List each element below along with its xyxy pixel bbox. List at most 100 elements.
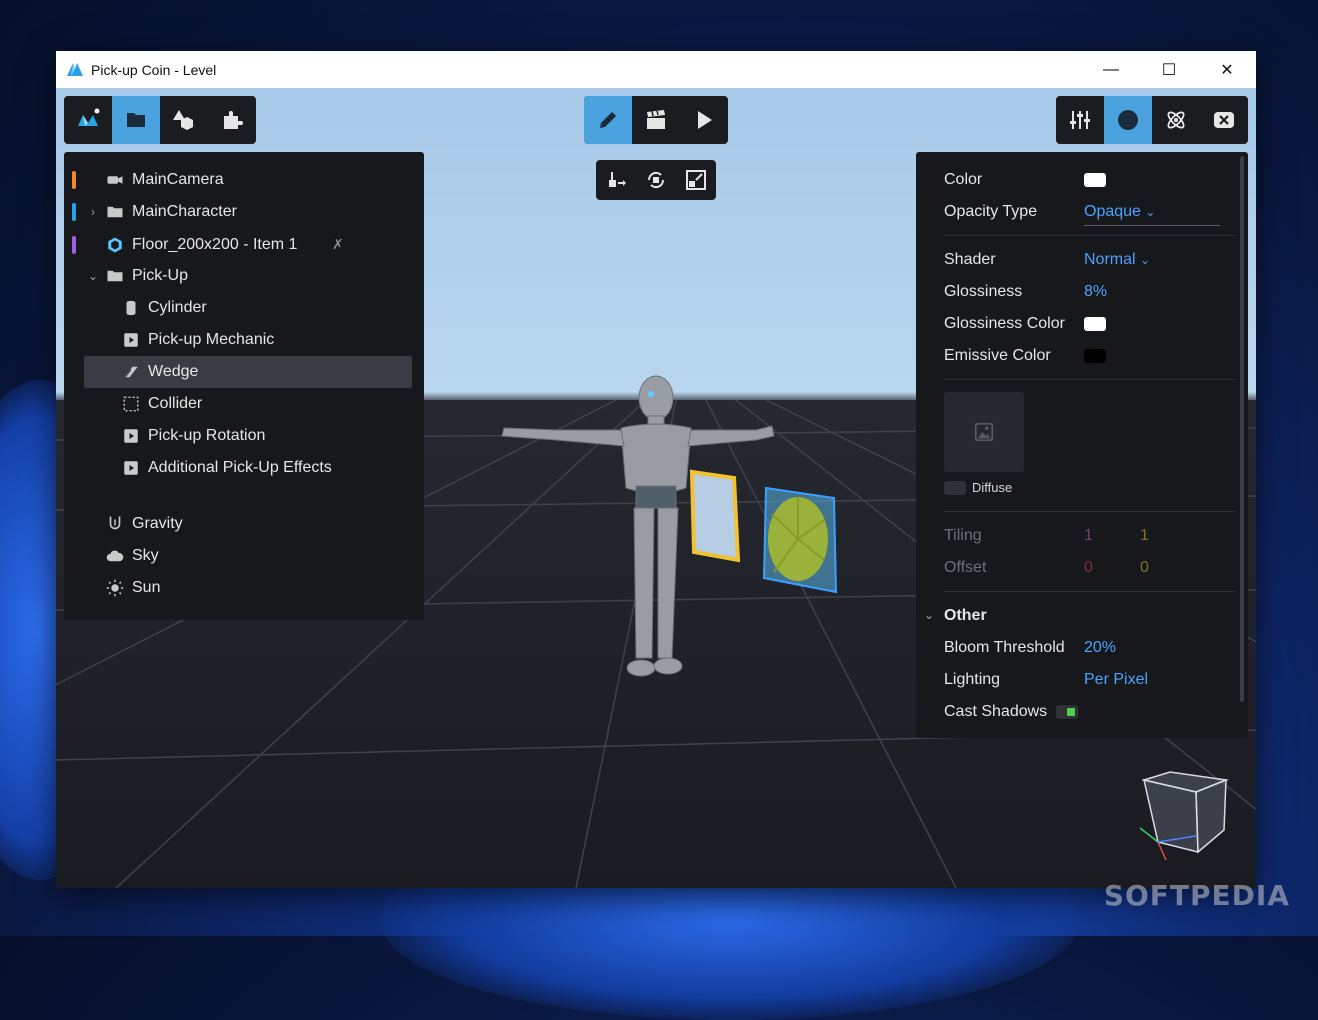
outliner-item-label: Pick-up Rotation xyxy=(148,427,266,444)
lighting-value[interactable]: Per Pixel xyxy=(1084,671,1148,689)
opacity-type-select[interactable]: Opaque ⌄ xyxy=(1084,203,1220,226)
scene-mode-button[interactable] xyxy=(632,96,680,144)
glossiness-label: Glossiness xyxy=(944,283,1023,300)
outliner-item-label: Sun xyxy=(132,579,161,596)
cast-shadows-label: Cast Shadows xyxy=(944,703,1048,720)
divider xyxy=(944,379,1236,380)
close-icon: ✕ xyxy=(1220,61,1234,79)
offset-x[interactable]: 0 xyxy=(1084,559,1093,577)
script-icon xyxy=(122,459,140,477)
outliner-item-label: Gravity xyxy=(132,515,183,532)
character-model[interactable] xyxy=(496,368,786,688)
move-tool-button[interactable] xyxy=(596,160,636,200)
emissive-color-label: Emissive Color xyxy=(944,347,1051,364)
chevron-down-icon[interactable]: ⌄ xyxy=(86,269,100,283)
move-icon xyxy=(609,172,626,187)
chevron-down-icon: ⌄ xyxy=(1145,205,1156,219)
diffuse-texture-slot[interactable] xyxy=(944,392,1024,472)
close-button[interactable]: ✕ xyxy=(1198,51,1256,88)
opacity-type-value: Opaque xyxy=(1084,203,1141,220)
watermark-logo: SOFTPEDIA xyxy=(1103,879,1290,912)
lighting-label: Lighting xyxy=(944,671,1001,688)
script-icon xyxy=(122,427,140,445)
outliner-item-additional-pick-up-effects[interactable]: Additional Pick-Up Effects xyxy=(64,452,424,484)
outliner-item-floor-200x200-item-1[interactable]: Floor_200x200 - Item 1 ✗ xyxy=(64,229,424,261)
outliner-item-maincharacter[interactable]: › MainCharacter xyxy=(64,196,424,228)
color-tag xyxy=(72,203,76,221)
minimize-button[interactable]: — xyxy=(1082,51,1140,88)
emissive-color-swatch[interactable] xyxy=(1084,349,1106,363)
other-section-header[interactable]: Other xyxy=(944,607,987,625)
outliner-item-cylinder[interactable]: Cylinder xyxy=(64,292,424,324)
atom-icon xyxy=(1167,111,1185,129)
tiling-y[interactable]: 1 xyxy=(1140,527,1149,545)
maximize-button[interactable]: ☐ xyxy=(1140,51,1198,88)
play-button[interactable] xyxy=(680,96,728,144)
outliner-item-label: Pick-Up xyxy=(132,267,189,284)
shader-select[interactable]: Normal ⌄ xyxy=(1084,251,1150,269)
edit-mode-button[interactable] xyxy=(584,96,632,144)
outliner-item-maincamera[interactable]: MainCamera xyxy=(64,164,424,196)
outliner-item-pick-up-rotation[interactable]: Pick-up Rotation xyxy=(64,420,424,452)
shader-label: Shader xyxy=(944,251,996,268)
settings-button[interactable] xyxy=(1056,96,1104,144)
cast-shadows-toggle[interactable] xyxy=(1056,705,1078,719)
outliner-item-sun[interactable]: Sun xyxy=(64,572,424,604)
divider xyxy=(944,591,1236,592)
image-placeholder-icon xyxy=(974,422,994,442)
chevron-down-icon[interactable]: ⌄ xyxy=(924,608,934,622)
logo-icon xyxy=(78,108,100,126)
script-icon xyxy=(122,331,140,349)
shader-value: Normal xyxy=(1084,251,1136,268)
scale-tool-button[interactable] xyxy=(676,160,716,200)
color-tag xyxy=(72,171,76,189)
outliner-item-pick-up[interactable]: ⌄ Pick-Up xyxy=(64,260,424,292)
opacity-type-label: Opacity Type xyxy=(944,203,1038,220)
scene-outliner: MainCamera › MainCharacter Floor_200x200 - … xyxy=(64,152,424,620)
script-button[interactable] xyxy=(1200,96,1248,144)
offset-label: Offset xyxy=(944,559,987,576)
divider xyxy=(944,511,1236,512)
outliner-item-label: Collider xyxy=(148,395,203,412)
glossiness-value[interactable]: 8% xyxy=(1084,283,1107,301)
outliner-item-wedge[interactable]: Wedge xyxy=(84,356,412,388)
rotate-tool-button[interactable] xyxy=(636,160,676,200)
outliner-item-collider[interactable]: Collider xyxy=(64,388,424,420)
scene-viewport[interactable]: MainCamera › MainCharacter Floor_200x200 - … xyxy=(56,88,1256,888)
tiling-x[interactable]: 1 xyxy=(1084,527,1093,545)
pickup-card[interactable] xyxy=(688,468,742,564)
folder-icon xyxy=(106,267,124,285)
wedge-icon xyxy=(122,363,140,381)
app-logo-icon xyxy=(67,62,83,76)
outliner-item-label: MainCamera xyxy=(132,171,224,188)
view-cube-gizmo[interactable] xyxy=(1136,770,1232,866)
folder-icon xyxy=(106,203,124,221)
inspector-toolbar xyxy=(1056,96,1248,144)
folder-icon xyxy=(127,113,145,127)
chevron-right-icon[interactable]: › xyxy=(86,205,100,219)
bloom-threshold-value[interactable]: 20% xyxy=(1084,639,1116,657)
plugins-button[interactable] xyxy=(208,96,256,144)
offset-y[interactable]: 0 xyxy=(1140,559,1149,577)
diffuse-toggle[interactable] xyxy=(944,481,966,495)
outliner-item-pick-up-mechanic[interactable]: Pick-up Mechanic xyxy=(64,324,424,356)
material-button[interactable] xyxy=(1104,96,1152,144)
properties-scrollbar[interactable] xyxy=(1240,156,1244,702)
outliner-item-gravity[interactable]: Gravity xyxy=(64,508,424,540)
scene-files-button[interactable] xyxy=(112,96,160,144)
logo-button[interactable] xyxy=(64,96,112,144)
physics-button[interactable] xyxy=(1152,96,1200,144)
app-window: Pick-up Coin - Level — ☐ ✕ MainCamera › … xyxy=(56,51,1256,888)
minimize-icon: — xyxy=(1103,60,1119,78)
x-badge-icon xyxy=(1214,112,1234,128)
outliner-item-label: Sky xyxy=(132,547,159,564)
camera-icon xyxy=(106,171,124,189)
outliner-item-sky[interactable]: Sky xyxy=(64,540,424,572)
cloud-icon xyxy=(106,547,124,565)
selected-wedge-object[interactable] xyxy=(762,484,838,594)
outliner-item-label: Floor_200x200 - Item 1 xyxy=(132,236,298,253)
glossiness-color-swatch[interactable] xyxy=(1084,317,1106,331)
color-swatch[interactable] xyxy=(1084,173,1106,187)
unlink-icon[interactable]: ✗ xyxy=(332,236,344,253)
shapes-button[interactable] xyxy=(160,96,208,144)
